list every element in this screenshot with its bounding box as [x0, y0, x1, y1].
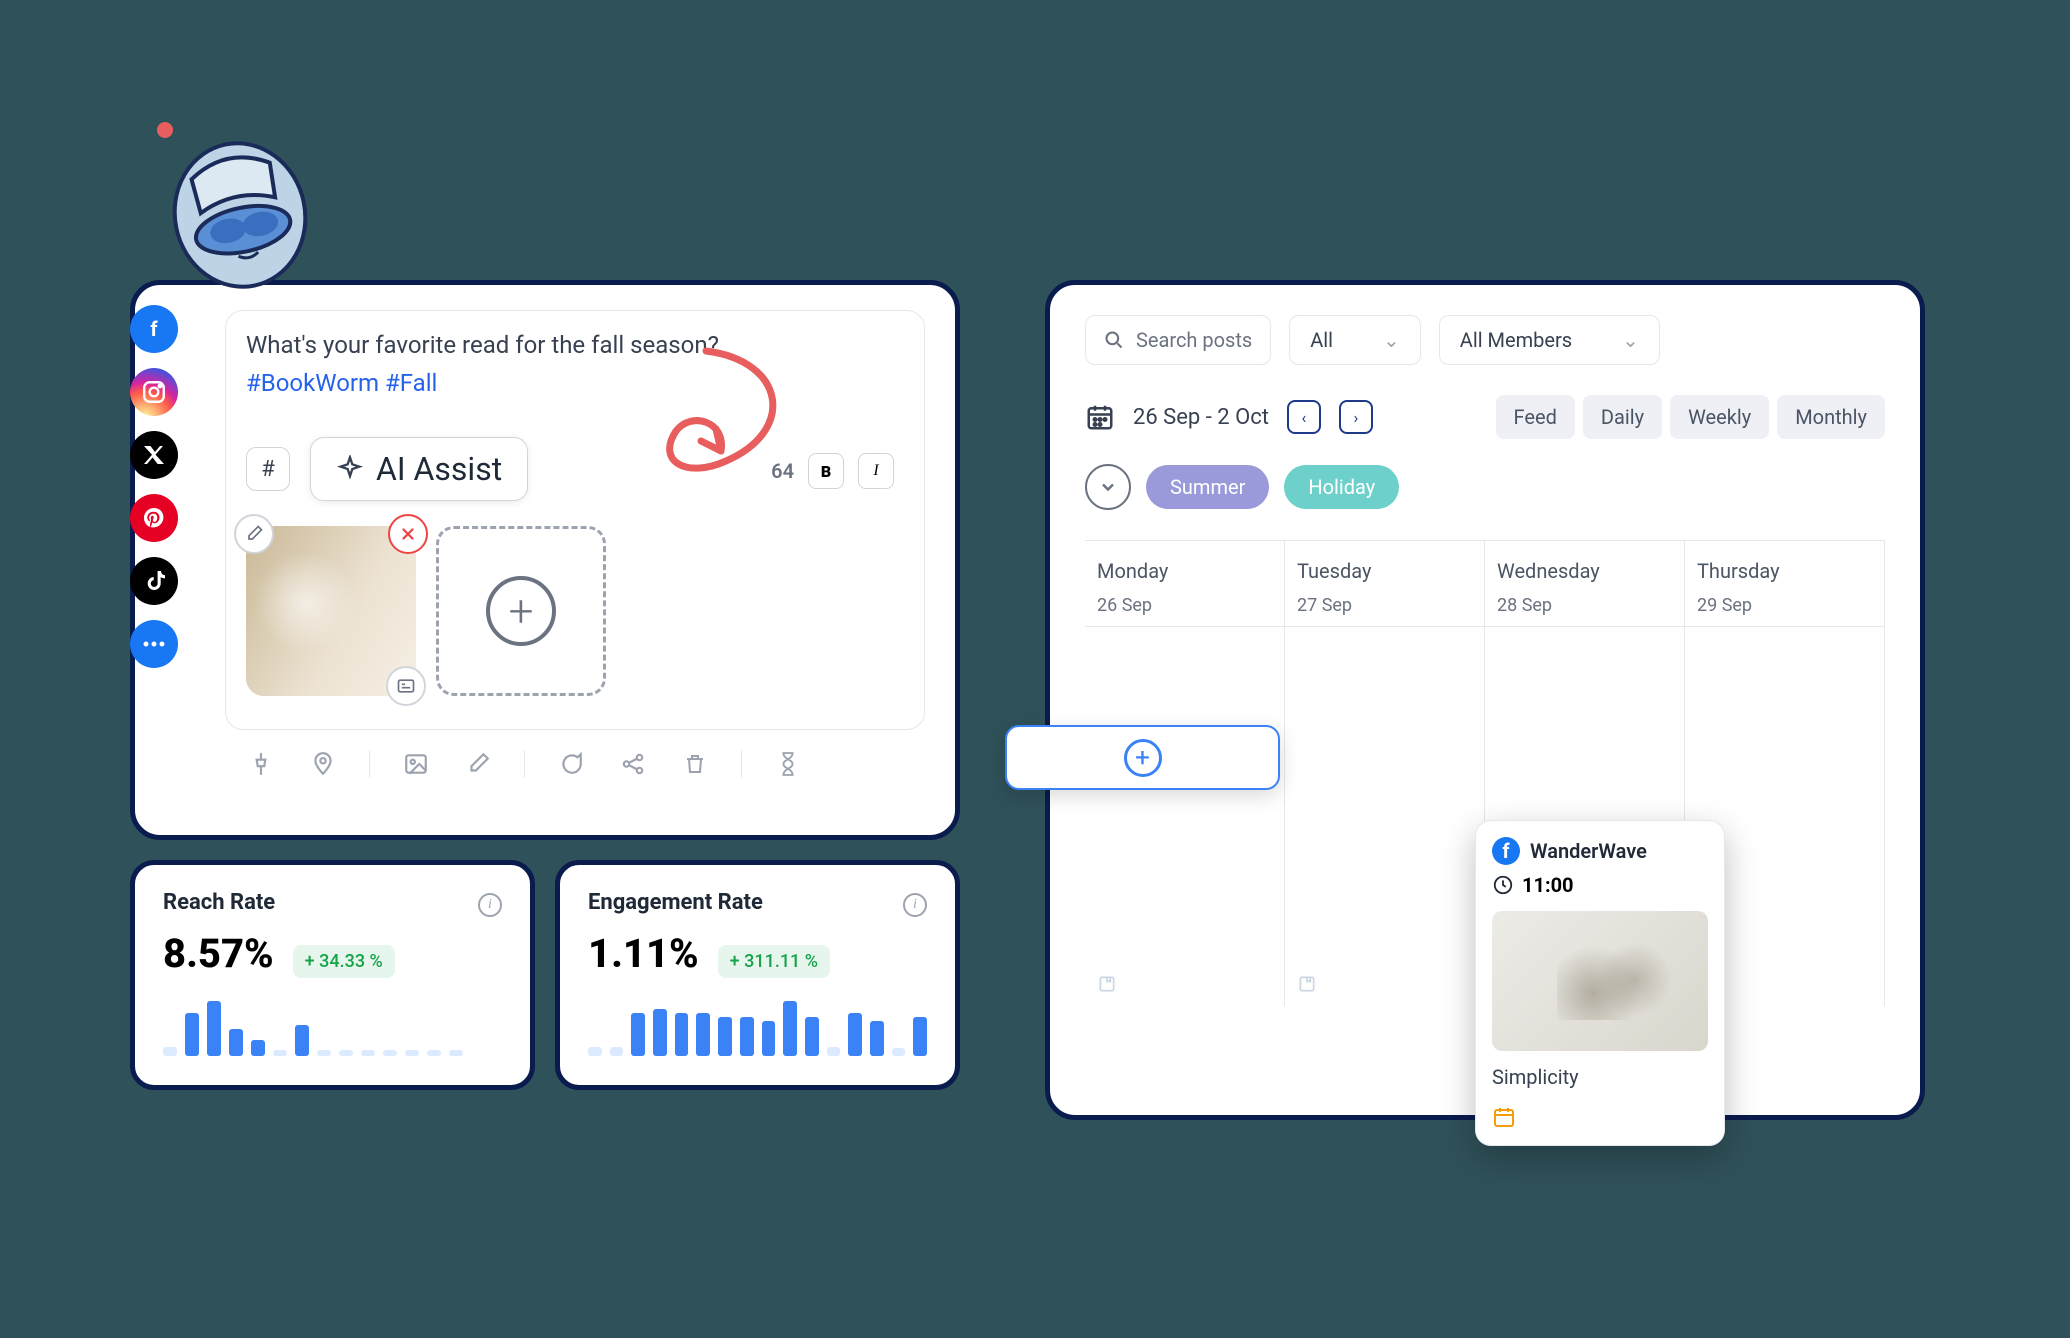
- location-icon[interactable]: [307, 748, 339, 780]
- x-twitter-icon[interactable]: [130, 431, 178, 479]
- calendar-cell[interactable]: [1085, 627, 1285, 1006]
- weekday-header: Monday: [1085, 541, 1285, 591]
- scheduled-post-card[interactable]: f WanderWave 11:00 Simplicity: [1475, 820, 1725, 1146]
- more-icon[interactable]: [130, 620, 178, 668]
- delete-media-icon[interactable]: [388, 514, 428, 554]
- tab-daily[interactable]: Daily: [1583, 395, 1662, 439]
- tag-summer[interactable]: Summer: [1146, 465, 1269, 509]
- timer-icon[interactable]: [772, 748, 804, 780]
- delete-icon[interactable]: [679, 748, 711, 780]
- tab-weekly[interactable]: Weekly: [1670, 395, 1769, 439]
- ai-assist-button[interactable]: AI Assist: [310, 437, 528, 501]
- plus-icon: +: [1124, 739, 1162, 777]
- expand-tags-button[interactable]: [1085, 464, 1131, 510]
- metric-delta: + 34.33 %: [293, 945, 395, 978]
- reach-rate-card: Reach Rate i 8.57% + 34.33 %: [130, 860, 535, 1090]
- ai-assist-label: AI Assist: [376, 450, 502, 488]
- next-week-button[interactable]: ›: [1339, 400, 1373, 434]
- instagram-icon[interactable]: [130, 368, 178, 416]
- compose-body: What's your favorite read for the fall s…: [225, 310, 925, 730]
- plus-icon: +: [486, 576, 556, 646]
- weekday-header: Tuesday: [1285, 541, 1485, 591]
- filter-members-dropdown[interactable]: All Members ⌄: [1439, 315, 1660, 365]
- composer-toolbar: [225, 730, 925, 780]
- italic-button[interactable]: I: [858, 453, 894, 489]
- metric-title: Reach Rate: [163, 890, 502, 915]
- date-range: 26 Sep - 2 Oct: [1133, 405, 1269, 430]
- date-cell-label: 28 Sep: [1485, 591, 1685, 626]
- chevron-down-icon: ⌄: [1622, 328, 1639, 352]
- calendar-panel: Search posts All ⌄ All Members ⌄ 26 Sep …: [1045, 280, 1925, 1120]
- date-cell-label: 29 Sep: [1685, 591, 1885, 626]
- share-icon[interactable]: [617, 748, 649, 780]
- dropdown-label: All: [1310, 328, 1333, 352]
- char-count: 64: [771, 459, 794, 483]
- sparkle-icon: [336, 455, 364, 483]
- post-caption: Simplicity: [1492, 1065, 1708, 1089]
- note-icon: [1097, 974, 1117, 994]
- info-icon[interactable]: i: [478, 893, 502, 917]
- view-tabs: Feed Daily Weekly Monthly: [1496, 395, 1885, 439]
- add-post-slot-button[interactable]: +: [1005, 725, 1280, 790]
- tab-feed[interactable]: Feed: [1496, 395, 1575, 439]
- dropdown-label: All Members: [1460, 328, 1572, 352]
- filter-all-dropdown[interactable]: All ⌄: [1289, 315, 1421, 365]
- pin-icon[interactable]: [245, 748, 277, 780]
- chevron-down-icon: ⌄: [1383, 328, 1400, 352]
- add-media-button[interactable]: +: [436, 526, 606, 696]
- note-icon: [1297, 974, 1317, 994]
- reach-bars: [163, 996, 502, 1056]
- tag-holiday[interactable]: Holiday: [1284, 465, 1399, 509]
- metric-delta: + 311.11 %: [718, 945, 830, 978]
- search-posts-button[interactable]: Search posts: [1085, 315, 1271, 365]
- engagement-rate-card: Engagement Rate i 1.11% + 311.11 %: [555, 860, 960, 1090]
- clock-icon: [1492, 874, 1514, 896]
- calendar-icon: [1085, 402, 1115, 432]
- prev-week-button[interactable]: ‹: [1287, 400, 1321, 434]
- image-icon[interactable]: [400, 748, 432, 780]
- pinterest-icon[interactable]: [130, 494, 178, 542]
- media-thumbnail[interactable]: [246, 526, 416, 696]
- search-label: Search posts: [1136, 328, 1252, 352]
- facebook-icon: f: [1492, 837, 1520, 865]
- metric-value: 1.11%: [588, 930, 699, 977]
- bold-button[interactable]: B: [808, 453, 844, 489]
- metric-title: Engagement Rate: [588, 890, 927, 915]
- social-rail: f: [130, 305, 178, 668]
- post-text[interactable]: What's your favorite read for the fall s…: [246, 331, 904, 359]
- post-image: [1492, 911, 1708, 1051]
- info-icon[interactable]: i: [903, 893, 927, 917]
- calendar-cell[interactable]: [1285, 627, 1485, 1006]
- edit-icon[interactable]: [462, 748, 494, 780]
- weekday-header: Thursday: [1685, 541, 1885, 591]
- engagement-bars: [588, 996, 927, 1056]
- tab-monthly[interactable]: Monthly: [1777, 395, 1885, 439]
- chat-icon[interactable]: [555, 748, 587, 780]
- weekday-header: Wednesday: [1485, 541, 1685, 591]
- date-cell-label: 27 Sep: [1285, 591, 1485, 626]
- post-time: 11:00: [1522, 873, 1574, 897]
- facebook-icon[interactable]: f: [130, 305, 178, 353]
- mascot-illustration: [140, 110, 320, 290]
- post-account: WanderWave: [1530, 839, 1647, 863]
- search-icon: [1104, 330, 1124, 350]
- hashtag-button[interactable]: #: [246, 447, 290, 491]
- composer-panel: f What's your favorite read for the fall…: [130, 280, 960, 840]
- metric-value: 8.57%: [163, 930, 274, 977]
- date-cell-label: 26 Sep: [1085, 591, 1285, 626]
- edit-media-icon[interactable]: [234, 514, 274, 554]
- tiktok-icon[interactable]: [130, 557, 178, 605]
- hashtags[interactable]: #BookWorm #Fall: [246, 369, 904, 397]
- calendar-grid-icon: [1492, 1105, 1516, 1129]
- caption-media-icon[interactable]: [386, 666, 426, 706]
